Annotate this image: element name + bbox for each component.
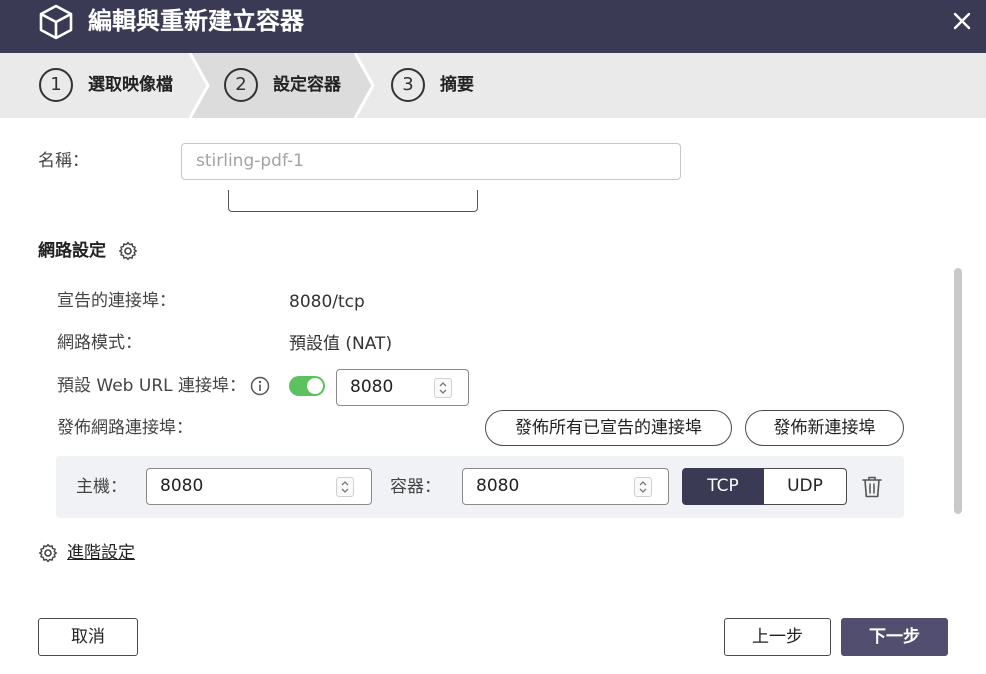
step-2-label: 設定容器: [273, 75, 341, 95]
gear-icon[interactable]: [118, 241, 138, 261]
web-url-port-label: 預設 Web URL 連接埠：: [57, 376, 247, 396]
container-port-label: 容器：: [390, 477, 441, 497]
step-3-number: 3: [391, 68, 425, 102]
step-3-label: 摘要: [440, 75, 474, 95]
close-icon[interactable]: [950, 9, 974, 33]
host-port-label: 主機：: [76, 477, 127, 497]
host-port-value: 8080: [160, 476, 204, 496]
advanced-gear-icon: [39, 543, 57, 563]
publish-all-ports-button[interactable]: 發佈所有已宣告的連接埠: [485, 410, 732, 446]
window-title: 編輯與重新建立容器: [88, 7, 304, 35]
toggle-knob: [307, 378, 323, 394]
previous-button[interactable]: 上一步: [724, 618, 831, 656]
network-settings-title: 網路設定: [38, 241, 106, 261]
container-port-spinner-icon[interactable]: [634, 477, 652, 497]
container-name-input[interactable]: stirling-pdf-1: [181, 143, 681, 180]
step-1-number: 1: [39, 68, 73, 102]
step-1-label: 選取映像檔: [88, 75, 173, 95]
trash-icon[interactable]: [861, 475, 883, 499]
wizard-steps: 1 選取映像檔 2 設定容器 3 摘要: [0, 53, 986, 118]
publish-new-port-button[interactable]: 發佈新連接埠: [745, 410, 904, 446]
port-spinner-icon[interactable]: [434, 378, 452, 398]
name-label: 名稱：: [38, 151, 89, 171]
network-mode-value: 預設值 (NAT): [289, 334, 393, 354]
declared-ports-value: 8080/tcp: [289, 292, 365, 312]
declared-ports-label: 宣告的連接埠：: [57, 291, 176, 311]
web-url-port-input[interactable]: 8080: [336, 369, 469, 406]
container-port-value: 8080: [476, 476, 520, 496]
web-url-port-toggle[interactable]: [289, 376, 325, 396]
protocol-tcp-button[interactable]: TCP: [682, 468, 764, 505]
host-port-spinner-icon[interactable]: [336, 477, 354, 497]
scrolled-field-edge: [228, 190, 478, 212]
scrollbar[interactable]: [954, 268, 962, 514]
cancel-button[interactable]: 取消: [38, 618, 138, 656]
container-port-input[interactable]: 8080: [462, 468, 669, 505]
cube-icon: [39, 4, 73, 40]
step-2-number: 2: [224, 68, 258, 102]
advanced-settings-link[interactable]: 進階設定: [67, 542, 135, 564]
protocol-udp-button[interactable]: UDP: [764, 468, 847, 505]
publish-ports-label: 發佈網路連接埠：: [57, 418, 193, 438]
info-icon[interactable]: [250, 376, 270, 396]
title-bar: 編輯與重新建立容器: [0, 0, 986, 53]
network-mode-label: 網路模式：: [57, 333, 142, 353]
next-button[interactable]: 下一步: [841, 618, 948, 656]
web-url-port-value: 8080: [350, 377, 394, 397]
host-port-input[interactable]: 8080: [146, 468, 372, 505]
